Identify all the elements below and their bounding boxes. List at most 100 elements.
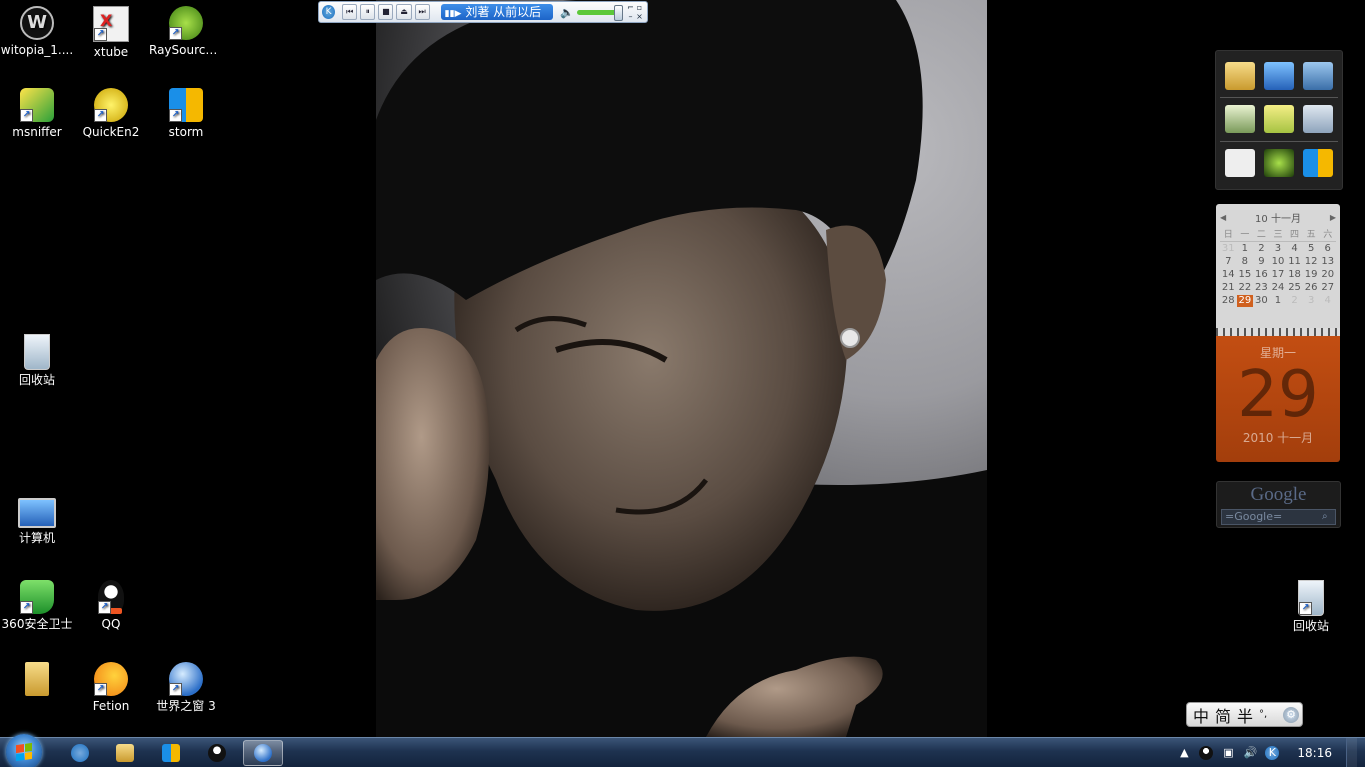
taskbar-pin-theworld-browser[interactable] bbox=[243, 740, 283, 766]
desktop-icon-360-security[interactable]: ↗ 360安全卫士 bbox=[0, 580, 74, 632]
taskbar-pin-qq[interactable] bbox=[197, 740, 237, 766]
ime-status-bar[interactable]: 中 简 半 °, ⚙ bbox=[1186, 702, 1303, 727]
desktop-icon-msniffer[interactable]: ↗ msniffer bbox=[0, 88, 74, 140]
volume-slider-knob[interactable] bbox=[614, 4, 624, 21]
storm-icon bbox=[1303, 149, 1334, 178]
kugou-tray-icon[interactable]: K bbox=[1265, 746, 1280, 760]
calendar-day-cell[interactable]: 13 bbox=[1319, 256, 1336, 268]
calendar-day-cell[interactable]: 23 bbox=[1253, 282, 1270, 294]
calendar-day-cell[interactable]: 21 bbox=[1220, 282, 1237, 294]
calendar-day-cell[interactable]: 18 bbox=[1286, 269, 1303, 281]
calendar-day-cell[interactable]: 9 bbox=[1253, 256, 1270, 268]
calendar-day-cell[interactable]: 12 bbox=[1303, 256, 1320, 268]
desktop-icon-quicken2[interactable]: ↗ QuickEn2 bbox=[74, 88, 148, 140]
calendar-day-cell[interactable]: 2 bbox=[1286, 295, 1303, 307]
calendar-day-cell[interactable]: 3 bbox=[1270, 243, 1287, 255]
launcher-slot[interactable] bbox=[1298, 55, 1338, 99]
calendar-day-cell[interactable]: 6 bbox=[1319, 243, 1336, 255]
stop-button[interactable]: ■ bbox=[378, 4, 394, 20]
minimize-icon[interactable]: – bbox=[626, 12, 635, 21]
calendar-day-cell[interactable]: 1 bbox=[1237, 243, 1254, 255]
previous-month-icon[interactable]: ◀ bbox=[1220, 213, 1226, 222]
launcher-slot[interactable] bbox=[1259, 142, 1298, 185]
calendar-day-cell[interactable]: 2 bbox=[1253, 243, 1270, 255]
calendar-day-cell[interactable]: 25 bbox=[1286, 282, 1303, 294]
calendar-gadget[interactable]: ◀ 10 十一月 ▶ 日一二三四五六 31 1 2 3 4 5 6 7 8 9 10 11 12 13 14 1… bbox=[1216, 204, 1340, 462]
next-month-icon[interactable]: ▶ bbox=[1330, 213, 1336, 222]
desktop-icon-computer[interactable]: 计算机 bbox=[0, 498, 74, 546]
google-search-input[interactable]: =Google= ⌕ bbox=[1221, 509, 1336, 525]
calendar-day-cell[interactable]: 3 bbox=[1303, 295, 1320, 307]
calendar-day-cell[interactable]: 29 bbox=[1236, 295, 1254, 307]
desktop-icon-storm[interactable]: ↗ storm bbox=[149, 88, 223, 140]
calendar-day-cell[interactable]: 14 bbox=[1220, 269, 1237, 281]
now-playing-track[interactable]: ▮▮▶ 刘著 从前以后 bbox=[440, 4, 554, 20]
media-player-mini-bar[interactable]: K ⏮ ⏸ ■ ⏏ ⏭ ▮▮▶ 刘著 从前以后 🔈 ⌐ ▫ – × bbox=[318, 1, 648, 23]
pause-button[interactable]: ⏸ bbox=[360, 4, 376, 20]
ime-width-toggle[interactable]: 半 bbox=[1237, 703, 1253, 727]
desktop-icon-folder[interactable] bbox=[0, 662, 74, 699]
show-hidden-icons-arrow-icon[interactable]: ▲ bbox=[1177, 746, 1191, 760]
calendar-day-cell[interactable]: 26 bbox=[1303, 282, 1320, 294]
calendar-day-cell[interactable]: 7 bbox=[1220, 256, 1237, 268]
launcher-slot[interactable] bbox=[1220, 55, 1260, 99]
desktop-icon-xtube[interactable]: X ↗ xtube bbox=[74, 6, 148, 60]
volume-slider[interactable] bbox=[576, 4, 624, 21]
gear-icon[interactable]: ⚙ bbox=[1283, 706, 1299, 723]
eject-button[interactable]: ⏏ bbox=[396, 4, 412, 20]
desktop-icon-witopia[interactable]: W witopia_1.... bbox=[0, 6, 74, 58]
calendar-day-cell[interactable]: 8 bbox=[1237, 256, 1254, 268]
search-icon[interactable]: ⌕ bbox=[1322, 511, 1333, 522]
taskbar-pin-explorer[interactable] bbox=[105, 740, 145, 766]
calendar-day-cell[interactable]: 28 bbox=[1220, 295, 1237, 307]
calendar-day-cell[interactable]: 15 bbox=[1237, 269, 1254, 281]
clock[interactable]: 18:16 bbox=[1297, 746, 1332, 760]
launcher-slot[interactable] bbox=[1298, 98, 1338, 142]
ime-punctuation-toggle[interactable]: °, bbox=[1259, 709, 1267, 720]
calendar-day-cell[interactable]: 10 bbox=[1270, 256, 1287, 268]
show-desktop-button[interactable] bbox=[1346, 738, 1357, 767]
launcher-slot[interactable] bbox=[1259, 98, 1299, 142]
calendar-day-cell[interactable]: 4 bbox=[1319, 295, 1336, 307]
desktop-icon-theworld-browser[interactable]: ↗ 世界之窗 3 bbox=[149, 662, 223, 714]
volume-icon[interactable]: 🔊 bbox=[1243, 746, 1258, 760]
desktop-icon-recycle-bin[interactable]: 回收站 bbox=[0, 334, 74, 388]
network-icon[interactable]: ▣ bbox=[1221, 746, 1235, 760]
launcher-slot[interactable] bbox=[1259, 55, 1299, 99]
previous-track-button[interactable]: ⏮ bbox=[342, 4, 358, 20]
volume-control[interactable]: 🔈 bbox=[560, 4, 624, 21]
desktop-icon-fetion[interactable]: ↗ Fetion bbox=[74, 662, 148, 714]
calendar-day-cell[interactable]: 4 bbox=[1286, 243, 1303, 255]
qq-tray-icon[interactable] bbox=[1199, 746, 1214, 760]
player-logo-icon[interactable]: K bbox=[322, 5, 336, 19]
calendar-day-cell[interactable]: 1 bbox=[1270, 295, 1287, 307]
calendar-day-cell[interactable]: 16 bbox=[1253, 269, 1270, 281]
restore-icon[interactable]: ▫ bbox=[635, 3, 644, 12]
calendar-day-cell[interactable]: 24 bbox=[1270, 282, 1287, 294]
calendar-day-cell[interactable]: 11 bbox=[1286, 256, 1303, 268]
calendar-day-cell[interactable]: 30 bbox=[1253, 295, 1270, 307]
launcher-slot[interactable] bbox=[1220, 142, 1259, 185]
calendar-day-cell[interactable]: 19 bbox=[1303, 269, 1320, 281]
desktop-icon-raysource[interactable]: ↗ RaySource... bbox=[149, 6, 223, 58]
calendar-day-cell[interactable]: 22 bbox=[1237, 282, 1254, 294]
ime-language-toggle[interactable]: 中 bbox=[1193, 703, 1209, 727]
start-button[interactable] bbox=[6, 734, 42, 767]
taskbar-pin-kugou[interactable] bbox=[60, 740, 100, 766]
desktop-icon-recycle-bin-shortcut[interactable]: ↗ 回收站 bbox=[1274, 580, 1348, 634]
taskbar-pin-storm[interactable] bbox=[151, 740, 191, 766]
calendar-day-cell[interactable]: 20 bbox=[1319, 269, 1336, 281]
desktop-icon-qq[interactable]: ↗ QQ bbox=[74, 580, 148, 632]
calendar-day-cell[interactable]: 5 bbox=[1303, 243, 1320, 255]
calendar-day-cell[interactable]: 27 bbox=[1319, 282, 1336, 294]
calendar-day-cell[interactable]: 31 bbox=[1220, 243, 1237, 255]
calendar-day-cell[interactable]: 17 bbox=[1270, 269, 1287, 281]
launcher-slot[interactable] bbox=[1220, 98, 1260, 142]
close-icon[interactable]: × bbox=[635, 12, 644, 21]
next-track-button[interactable]: ⏭ bbox=[414, 4, 430, 20]
calendar-weekday-header: 日 bbox=[1220, 229, 1237, 242]
launcher-slot[interactable] bbox=[1299, 142, 1338, 185]
ime-simplified-toggle[interactable]: 简 bbox=[1215, 703, 1231, 727]
calendar-weekday-header: 六 bbox=[1319, 229, 1336, 242]
pin-icon[interactable]: ⌐ bbox=[626, 3, 635, 12]
